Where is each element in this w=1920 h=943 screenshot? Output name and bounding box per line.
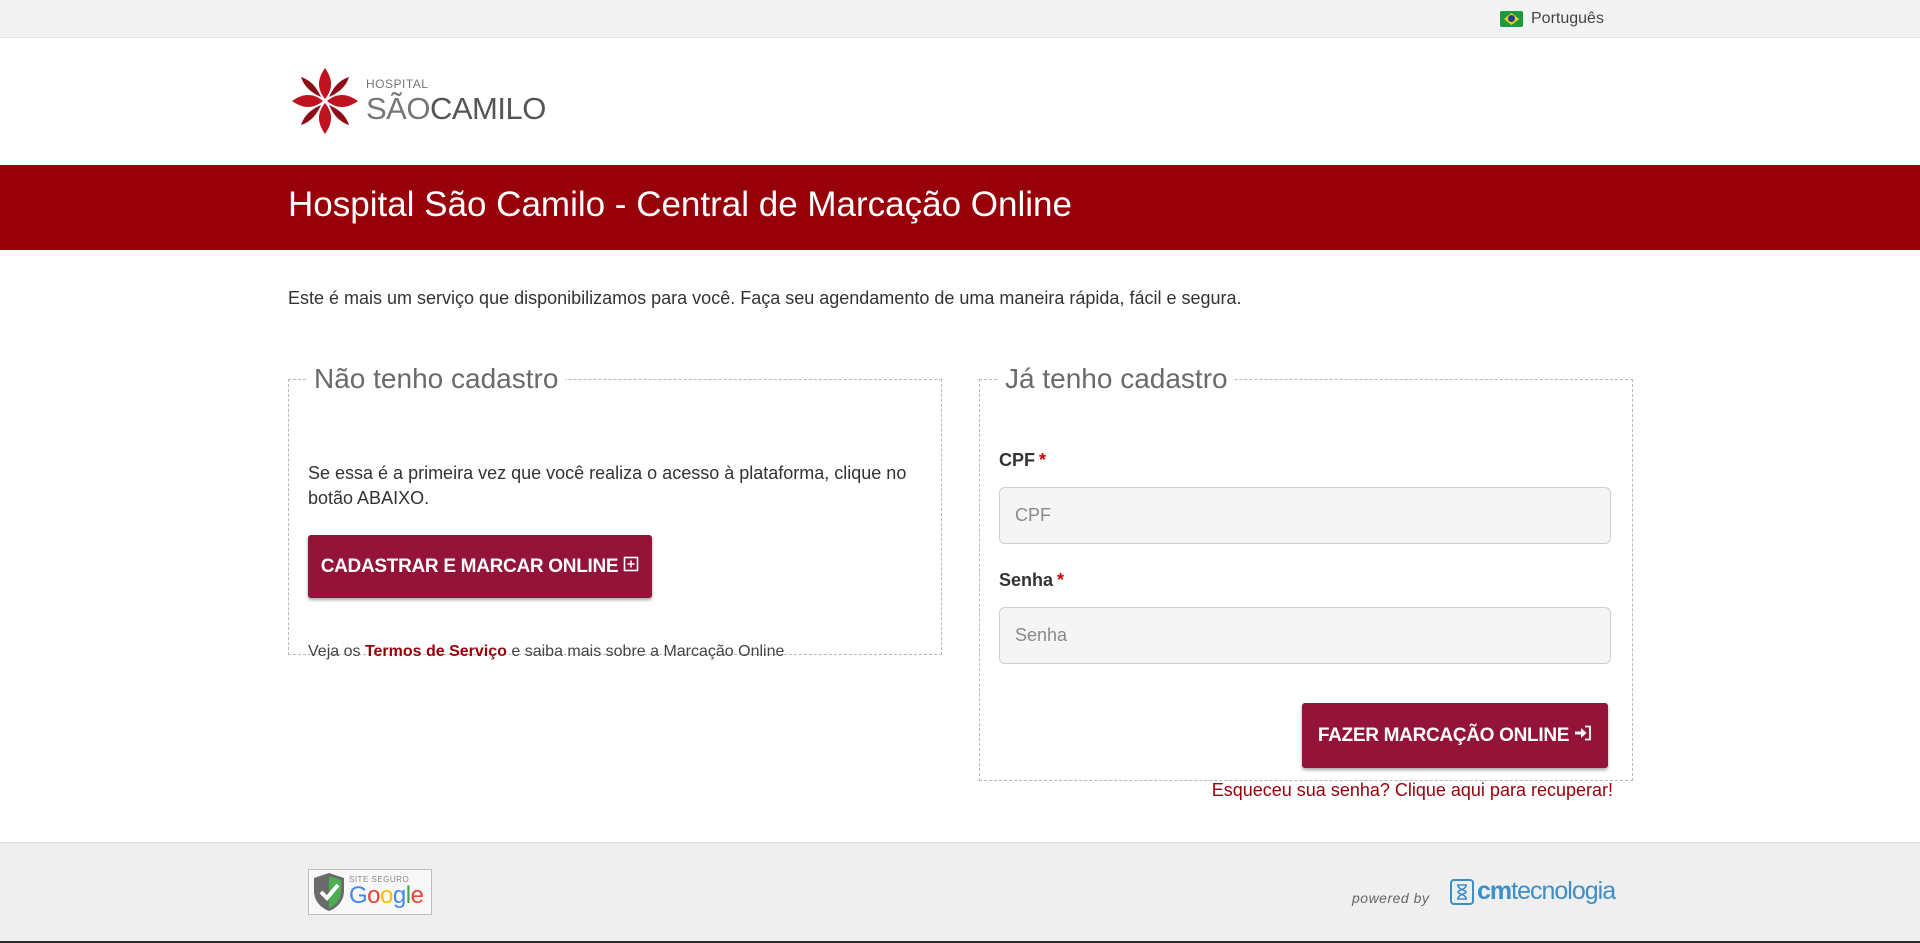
logo-hospital-text: HOSPITAL (366, 77, 429, 91)
shield-check-icon (311, 871, 347, 913)
password-label-text: Senha (999, 570, 1054, 590)
logo-name-sao: SÃO (366, 91, 430, 126)
terms-suffix: e saiba mais sobre a Marcação Online (511, 643, 785, 660)
register-button[interactable]: CADASTRAR E MARCAR ONLINE (308, 535, 652, 598)
cpf-label-text: CPF (999, 450, 1035, 470)
register-button-label: CADASTRAR E MARCAR ONLINE (320, 555, 619, 577)
sign-in-icon (1574, 725, 1592, 746)
required-mark: * (1057, 570, 1065, 590)
terms-prefix: Veja os (308, 643, 361, 660)
intro-text: Este é mais um serviço que disponibiliza… (288, 288, 1242, 308)
badge-text: SITE SEGURO Google (349, 876, 424, 909)
cm-prefix: cm (1477, 877, 1512, 905)
login-legend: Já tenho cadastro (1005, 363, 1228, 394)
required-mark: * (1039, 450, 1047, 470)
plus-square-icon (623, 556, 639, 577)
page-title: Hospital São Camilo - Central de Marcaçã… (288, 185, 1072, 224)
cmtecnologia-wordmark: cmtecnologia (1477, 877, 1616, 906)
title-banner: Hospital São Camilo - Central de Marcaçã… (0, 165, 1920, 250)
logo-name-camilo: CAMILO (429, 91, 546, 126)
language-selector[interactable]: Português (1500, 9, 1604, 29)
footer: SITE SEGURO Google powered by cmtecnolog… (0, 842, 1920, 943)
cm-suffix: tecnologia (1511, 877, 1616, 905)
top-bar: Português (0, 0, 1920, 38)
brazil-flag-icon (1500, 11, 1523, 27)
logo-wordmark: HOSPITAL SÃOCAMILO (366, 78, 546, 124)
terms-of-service-link[interactable]: Termos de Serviço (365, 643, 507, 660)
login-button[interactable]: FAZER MARCAÇÃO ONLINE (1302, 703, 1608, 768)
header: HOSPITAL SÃOCAMILO (0, 38, 1920, 165)
language-label: Português (1531, 10, 1604, 27)
terms-text: Veja os Termos de Serviço e saiba mais s… (308, 643, 784, 661)
password-label: Senha * (999, 570, 1064, 591)
badge-google-wordmark: Google (349, 882, 424, 909)
hourglass-icon (1450, 878, 1474, 905)
new-user-description: Se essa é a primeira vez que você realiz… (308, 463, 907, 508)
logo-name: SÃOCAMILO (366, 91, 546, 126)
hospital-logo[interactable]: HOSPITAL SÃOCAMILO (290, 66, 546, 136)
cmtecnologia-logo[interactable]: cmtecnologia (1450, 877, 1616, 906)
login-button-label: FAZER MARCAÇÃO ONLINE (1317, 724, 1570, 746)
login-panel: Já tenho cadastro CPF* Senha* FAZER MARC… (979, 363, 1633, 800)
powered-by-text: powered by (1352, 890, 1430, 906)
new-user-panel: Não tenho cadastro Se essa é a primeira … (288, 363, 942, 660)
logo-emblem-icon (292, 68, 358, 134)
password-input[interactable] (999, 607, 1611, 664)
google-safe-site-badge[interactable]: SITE SEGURO Google (308, 869, 432, 915)
forgot-password-link[interactable]: Esqueceu sua senha? Clique aqui para rec… (1212, 780, 1613, 801)
cpf-input[interactable] (999, 487, 1611, 544)
new-user-legend: Não tenho cadastro (314, 363, 559, 394)
cpf-label: CPF * (999, 450, 1046, 471)
